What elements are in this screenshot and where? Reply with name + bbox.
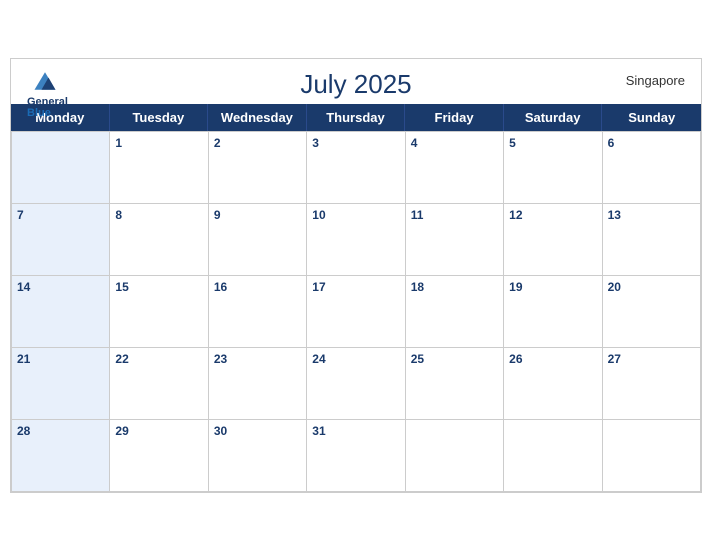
date-number: 20	[608, 280, 695, 294]
day-cell	[603, 420, 701, 492]
date-number: 13	[608, 208, 695, 222]
date-number: 11	[411, 208, 498, 222]
date-number: 10	[312, 208, 399, 222]
date-number: 30	[214, 424, 301, 438]
day-cell: 4	[406, 132, 504, 204]
day-header-sunday: Sunday	[602, 104, 701, 131]
date-number: 14	[17, 280, 104, 294]
date-number: 21	[17, 352, 104, 366]
day-cell: 29	[110, 420, 208, 492]
date-number: 5	[509, 136, 596, 150]
calendar-container: General Blue July 2025 Singapore MondayT…	[10, 58, 702, 493]
logo-general: General	[27, 97, 68, 108]
day-cell: 8	[110, 204, 208, 276]
logo-blue: Blue	[27, 108, 51, 119]
date-number: 3	[312, 136, 399, 150]
date-number: 28	[17, 424, 104, 438]
day-header-wednesday: Wednesday	[208, 104, 307, 131]
date-number: 27	[608, 352, 695, 366]
day-cell: 19	[504, 276, 602, 348]
day-cell: 20	[603, 276, 701, 348]
date-number: 23	[214, 352, 301, 366]
day-cell: 27	[603, 348, 701, 420]
day-cell: 31	[307, 420, 405, 492]
day-cell: 25	[406, 348, 504, 420]
calendar-header: General Blue July 2025 Singapore	[11, 59, 701, 104]
date-number: 22	[115, 352, 202, 366]
date-number: 12	[509, 208, 596, 222]
day-cell: 28	[12, 420, 110, 492]
date-number: 4	[411, 136, 498, 150]
day-cell: 16	[209, 276, 307, 348]
date-number: 1	[115, 136, 202, 150]
day-cell: 17	[307, 276, 405, 348]
calendar-title: July 2025	[27, 69, 685, 100]
day-header-thursday: Thursday	[307, 104, 406, 131]
date-number: 25	[411, 352, 498, 366]
date-number: 9	[214, 208, 301, 222]
date-number: 31	[312, 424, 399, 438]
date-number: 29	[115, 424, 202, 438]
day-cell: 23	[209, 348, 307, 420]
date-number: 19	[509, 280, 596, 294]
date-number: 16	[214, 280, 301, 294]
day-cell: 15	[110, 276, 208, 348]
date-number: 7	[17, 208, 104, 222]
country-label: Singapore	[626, 73, 685, 88]
day-cell	[504, 420, 602, 492]
day-cell: 5	[504, 132, 602, 204]
day-cell: 3	[307, 132, 405, 204]
day-cell: 18	[406, 276, 504, 348]
day-cell	[12, 132, 110, 204]
day-cell: 24	[307, 348, 405, 420]
day-cell: 1	[110, 132, 208, 204]
day-cell: 6	[603, 132, 701, 204]
date-number: 15	[115, 280, 202, 294]
date-number: 24	[312, 352, 399, 366]
day-cell: 21	[12, 348, 110, 420]
date-number: 17	[312, 280, 399, 294]
day-cell: 22	[110, 348, 208, 420]
day-cell	[406, 420, 504, 492]
day-header-tuesday: Tuesday	[110, 104, 209, 131]
day-cell: 11	[406, 204, 504, 276]
day-cell: 26	[504, 348, 602, 420]
date-number: 18	[411, 280, 498, 294]
day-cell: 30	[209, 420, 307, 492]
date-number: 6	[608, 136, 695, 150]
day-header-saturday: Saturday	[504, 104, 603, 131]
days-of-week-header: MondayTuesdayWednesdayThursdayFridaySatu…	[11, 104, 701, 131]
date-number: 8	[115, 208, 202, 222]
day-cell: 7	[12, 204, 110, 276]
day-cell: 2	[209, 132, 307, 204]
day-header-friday: Friday	[405, 104, 504, 131]
day-cell: 13	[603, 204, 701, 276]
day-cell: 9	[209, 204, 307, 276]
day-cell: 10	[307, 204, 405, 276]
calendar-grid: 1234567891011121314151617181920212223242…	[11, 131, 701, 492]
date-number: 2	[214, 136, 301, 150]
logo: General Blue	[27, 67, 68, 119]
date-number: 26	[509, 352, 596, 366]
day-cell: 14	[12, 276, 110, 348]
day-cell: 12	[504, 204, 602, 276]
